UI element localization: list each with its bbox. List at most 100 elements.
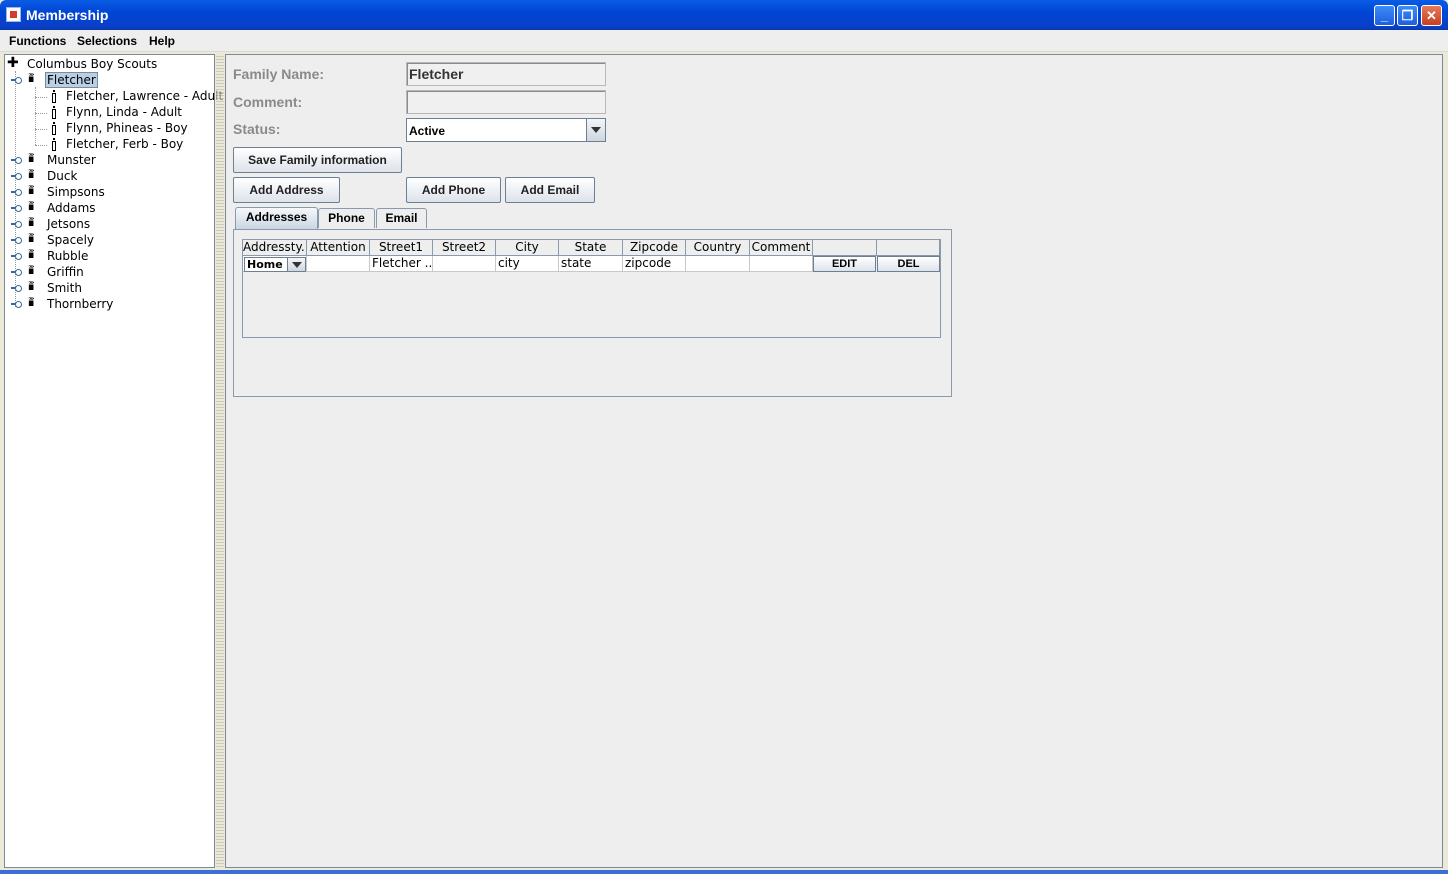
tree-family-label: Munster: [47, 153, 96, 167]
column-header-street2[interactable]: Street2: [433, 240, 496, 256]
tree-family-simpsons[interactable]: ỉỉỉ Simpsons: [11, 184, 211, 200]
tab-phone[interactable]: Phone: [318, 208, 375, 228]
edit-button[interactable]: EDIT: [813, 256, 876, 272]
status-label: Status:: [233, 121, 281, 137]
tree-family-thornberry[interactable]: ỉỉỉ Thornberry: [11, 296, 211, 312]
column-header-comment[interactable]: Comment: [750, 240, 813, 256]
menu-bar: Functions Selections Help: [0, 30, 1448, 52]
tree-family-label: Smith: [47, 281, 82, 295]
tree-line: [35, 113, 47, 114]
person-icon: [51, 138, 57, 151]
chevron-down-icon[interactable]: [287, 258, 305, 271]
tree-line: [35, 129, 47, 130]
tree-root-icon: ✚: [7, 55, 19, 71]
column-header-addresstype[interactable]: Addressty...: [243, 240, 307, 256]
tab-email[interactable]: Email: [376, 208, 427, 228]
table-cell-street2[interactable]: [433, 256, 496, 272]
tree-family-smith[interactable]: ỉỉỉ Smith: [11, 280, 211, 296]
table-cell-attention[interactable]: [307, 256, 370, 272]
tree-family-label: Rubble: [47, 249, 89, 263]
delete-button[interactable]: DEL: [877, 256, 940, 272]
tree-family-duck[interactable]: ỉỉỉ Duck: [11, 168, 211, 184]
column-header-city[interactable]: City: [496, 240, 559, 256]
tree-family-label: Griffin: [47, 265, 84, 279]
tree-member-label: Fletcher, Lawrence - Adult: [66, 89, 224, 103]
table-cell-state[interactable]: state: [559, 256, 623, 272]
chevron-down-icon[interactable]: [586, 119, 605, 141]
column-header-del[interactable]: [877, 240, 940, 256]
menu-selections[interactable]: Selections: [77, 34, 137, 48]
table-cell-zipcode[interactable]: zipcode: [623, 256, 686, 272]
column-header-edit[interactable]: [813, 240, 877, 256]
address-type-dropdown[interactable]: Home: [244, 257, 306, 272]
java-app-icon: [6, 7, 21, 22]
close-button[interactable]: ✕: [1421, 5, 1442, 26]
comment-label: Comment:: [233, 94, 303, 110]
family-icon: ỉỉỉ: [28, 298, 34, 309]
menu-functions[interactable]: Functions: [9, 34, 66, 48]
family-tree[interactable]: ✚ Columbus Boy Scouts ỉỉỉ Fletcher Fletc…: [4, 54, 223, 868]
add-phone-button[interactable]: Add Phone: [406, 177, 501, 203]
add-email-button[interactable]: Add Email: [505, 177, 595, 203]
expand-handle-icon[interactable]: [11, 188, 22, 196]
expand-handle-icon[interactable]: [11, 300, 22, 308]
table-cell-city[interactable]: city: [496, 256, 559, 272]
person-icon: [51, 122, 57, 135]
family-icon: ỉỉỉ: [28, 234, 34, 245]
tree-member[interactable]: Flynn, Phineas - Boy: [49, 120, 213, 136]
expand-handle-icon[interactable]: [11, 204, 22, 212]
tree-member[interactable]: Fletcher, Ferb - Boy: [49, 136, 213, 152]
add-address-button[interactable]: Add Address: [233, 177, 340, 203]
tree-family-griffin[interactable]: ỉỉỉ Griffin: [11, 264, 211, 280]
expand-handle-icon[interactable]: [11, 236, 22, 244]
family-icon: ỉỉỉ: [28, 170, 34, 181]
tree-line: [35, 145, 47, 146]
tab-addresses[interactable]: Addresses: [235, 207, 318, 229]
tree-family-munster[interactable]: ỉỉỉ Munster: [11, 152, 211, 168]
family-icon: ỉỉỉ: [28, 250, 34, 261]
column-header-attention[interactable]: Attention: [307, 240, 370, 256]
tree-member-label: Flynn, Phineas - Boy: [66, 121, 188, 135]
address-type-value: Home: [247, 258, 283, 271]
tree-family-addams[interactable]: ỉỉỉ Addams: [11, 200, 211, 216]
expand-handle-icon[interactable]: [11, 252, 22, 260]
column-header-country[interactable]: Country: [686, 240, 750, 256]
minimize-button[interactable]: _: [1374, 5, 1395, 26]
window-bottom-border: [0, 870, 1448, 874]
comment-field[interactable]: [406, 90, 606, 114]
table-cell-street1[interactable]: Fletcher ...: [370, 256, 433, 272]
tree-line: [35, 97, 47, 98]
tree-family-spacely[interactable]: ỉỉỉ Spacely: [11, 232, 211, 248]
collapse-handle-icon[interactable]: [11, 76, 22, 84]
save-family-button[interactable]: Save Family information: [233, 147, 402, 173]
tree-family-fletcher[interactable]: ỉỉỉ Fletcher: [11, 72, 211, 88]
family-icon: ỉỉỉ: [28, 202, 34, 213]
expand-handle-icon[interactable]: [11, 284, 22, 292]
expand-handle-icon[interactable]: [11, 156, 22, 164]
table-cell-comment[interactable]: [750, 256, 813, 272]
tree-root[interactable]: ✚ Columbus Boy Scouts: [7, 56, 207, 72]
table-cell-country[interactable]: [686, 256, 750, 272]
menu-help[interactable]: Help: [149, 34, 175, 48]
family-icon: ỉỉỉ: [28, 74, 34, 85]
tree-family-jetsons[interactable]: ỉỉỉ Jetsons: [11, 216, 211, 232]
tree-family-rubble[interactable]: ỉỉỉ Rubble: [11, 248, 211, 264]
split-pane-divider[interactable]: [216, 54, 224, 868]
column-header-street1[interactable]: Street1: [370, 240, 433, 256]
tree-member[interactable]: Flynn, Linda - Adult: [49, 104, 213, 120]
expand-handle-icon[interactable]: [11, 268, 22, 276]
column-header-state[interactable]: State: [559, 240, 623, 256]
family-icon: ỉỉỉ: [28, 154, 34, 165]
tree-family-label: Addams: [47, 201, 96, 215]
address-table[interactable]: Addressty... Attention Street1 Street2 C…: [242, 239, 941, 338]
tree-member[interactable]: Fletcher, Lawrence - Adult: [49, 88, 223, 104]
maximize-button[interactable]: ❐: [1397, 5, 1418, 26]
status-dropdown[interactable]: Active: [406, 118, 606, 142]
family-name-field[interactable]: Fletcher: [406, 62, 606, 86]
tree-family-label: Jetsons: [47, 217, 91, 231]
tree-member-label: Fletcher, Ferb - Boy: [66, 137, 184, 151]
column-header-zipcode[interactable]: Zipcode: [623, 240, 686, 256]
tree-family-label: Thornberry: [47, 297, 114, 311]
expand-handle-icon[interactable]: [11, 172, 22, 180]
expand-handle-icon[interactable]: [11, 220, 22, 228]
